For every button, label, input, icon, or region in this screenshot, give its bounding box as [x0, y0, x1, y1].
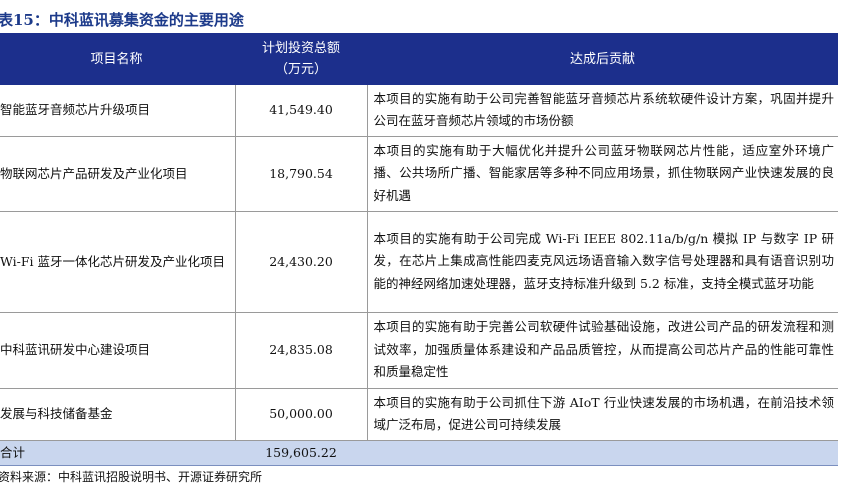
header-planned-investment: 计划投资总额 （万元）: [235, 33, 367, 85]
amount-cell: 50,000.00: [234, 388, 367, 441]
amount-cell: 18,790.54: [234, 136, 367, 212]
amount-cell: 24,430.20: [234, 211, 367, 313]
outcome-cell: 本项目的实施有助于公司抓住下游 AIoT 行业快速发展的市场机遇，在前沿技术领域…: [366, 388, 838, 441]
amount-cell: 41,549.40: [234, 85, 367, 137]
project-name-cell: Wi-Fi 蓝牙一体化芯片研发及产业化项目: [0, 211, 235, 313]
table-row: 中科蓝讯研发中心建设项目 24,835.08 本项目的实施有助于完善公司软硬件试…: [0, 312, 838, 389]
table-row: 物联网芯片产品研发及产业化项目 18,790.54 本项目的实施有助于大幅优化并…: [0, 136, 838, 212]
table-header-row: 项目名称 计划投资总额 （万元） 达成后贡献: [0, 33, 838, 85]
project-name-cell: 智能蓝牙音频芯片升级项目: [0, 85, 235, 137]
total-empty-cell: [367, 440, 838, 466]
total-row: 合计 159,605.22: [0, 440, 838, 466]
table-row: Wi-Fi 蓝牙一体化芯片研发及产业化项目 24,430.20 本项目的实施有助…: [0, 211, 838, 313]
project-name-cell: 中科蓝讯研发中心建设项目: [0, 312, 235, 389]
table-title: 表15：中科蓝讯募集资金的主要用途: [0, 11, 244, 29]
header-amount-line1: 计划投资总额: [261, 41, 340, 56]
table-row: 发展与科技储备基金 50,000.00 本项目的实施有助于公司抓住下游 AIoT…: [0, 388, 838, 441]
fund-usage-table: 项目名称 计划投资总额 （万元） 达成后贡献 智能蓝牙音频芯片升级项目 41,5…: [0, 33, 838, 466]
outcome-cell: 本项目的实施有助于大幅优化并提升公司蓝牙物联网芯片性能，适应室外环境广播、公共场…: [366, 136, 838, 212]
source-note: 资料来源：中科蓝讯招股说明书、开源证券研究所: [0, 470, 263, 484]
project-name-cell: 发展与科技储备基金: [0, 388, 235, 441]
header-amount-unit: （万元）: [274, 62, 327, 77]
total-amount: 159,605.22: [235, 440, 367, 466]
outcome-cell: 本项目的实施有助于公司完成 Wi-Fi IEEE 802.11a/b/g/n 模…: [366, 211, 838, 313]
outcome-cell: 本项目的实施有助于公司完善智能蓝牙音频芯片系统软硬件设计方案，巩固并提升公司在蓝…: [366, 85, 838, 137]
header-outcome: 达成后贡献: [367, 33, 838, 85]
header-project-name: 项目名称: [0, 33, 235, 85]
outcome-cell: 本项目的实施有助于完善公司软硬件试验基础设施，改进公司产品的研发流程和测试效率，…: [366, 312, 838, 389]
amount-cell: 24,835.08: [234, 312, 367, 389]
total-label: 合计: [0, 440, 235, 466]
table-row: 智能蓝牙音频芯片升级项目 41,549.40 本项目的实施有助于公司完善智能蓝牙…: [0, 85, 838, 137]
project-name-cell: 物联网芯片产品研发及产业化项目: [0, 136, 235, 212]
